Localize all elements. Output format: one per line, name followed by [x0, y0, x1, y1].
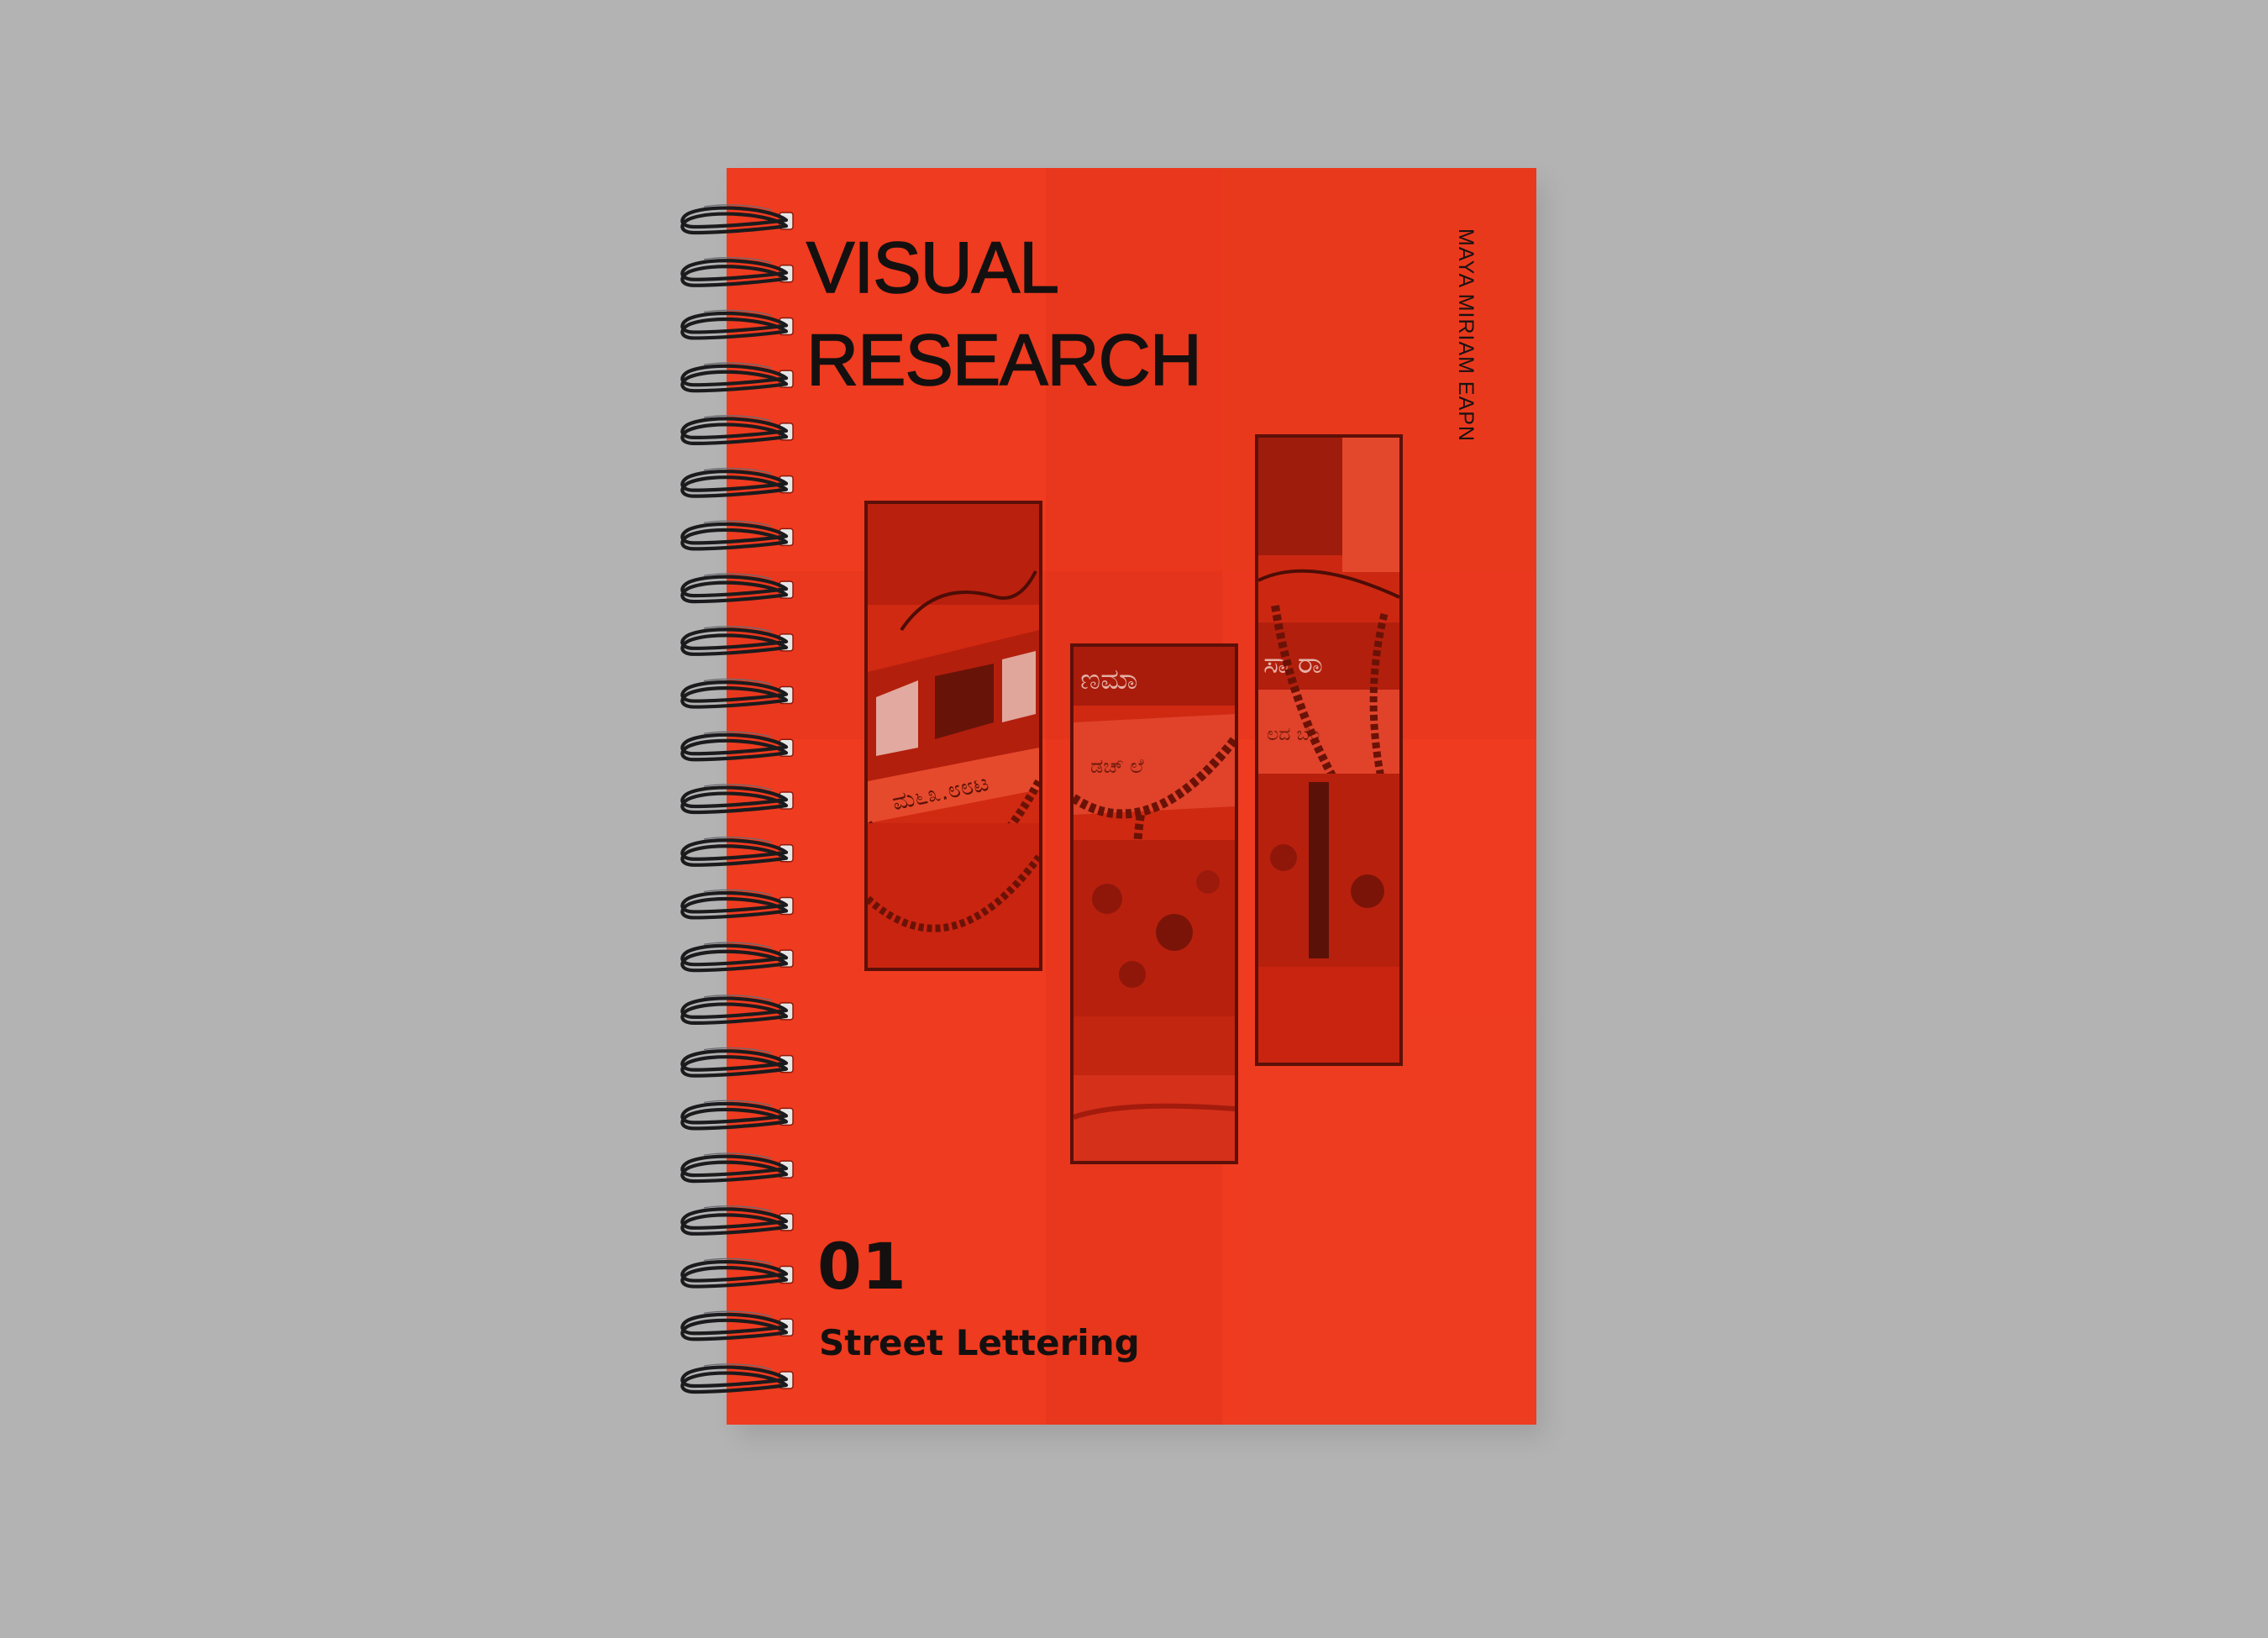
notebook-cover: VISUAL RESEARCH MAYA MIRIAM EAPN ಮ೬೩.೮೮ಟ: [727, 168, 1536, 1425]
spiral-ring: [680, 942, 794, 973]
cover-subtitle: Street Lettering: [819, 1322, 1140, 1363]
spiral-ring: [680, 995, 794, 1026]
spiral-ring: [680, 1363, 794, 1394]
spiral-ring: [680, 1047, 794, 1078]
author-name: MAYA MIRIAM EAPN: [1454, 228, 1478, 443]
cover-tint-block: [1247, 1016, 1536, 1425]
spiral-ring: [680, 573, 794, 604]
issue-number: 01: [817, 1229, 906, 1304]
spiral-binding: [679, 202, 805, 1394]
spiral-ring: [680, 204, 794, 235]
spiral-ring: [680, 467, 794, 498]
spiral-ring: [680, 837, 794, 867]
svg-text:ಸಾ ರಾ: ಸಾ ರಾ: [1263, 647, 1323, 680]
spiral-ring: [680, 309, 794, 340]
spiral-ring: [680, 889, 794, 920]
svg-text:ಣಮಾ: ಣಮಾ: [1080, 663, 1137, 696]
cover-title-line-2: RESEARCH: [806, 320, 1202, 401]
spiral-ring: [680, 257, 794, 287]
spiral-ring: [680, 1310, 794, 1341]
spiral-ring: [680, 1152, 794, 1184]
spiral-ring: [680, 1205, 794, 1236]
street-lettering-photo-strip: ಣಮಾ ಡಚ್ ಲೆ: [1070, 643, 1238, 1164]
spiral-ring: [680, 784, 794, 815]
spiral-ring: [680, 626, 794, 656]
product-photo-scene: VISUAL RESEARCH MAYA MIRIAM EAPN ಮ೬೩.೮೮ಟ: [0, 0, 2268, 1638]
street-lettering-photo-strip: ಮ೬೩.೮೮ಟ: [864, 501, 1042, 971]
spiral-ring: [680, 1257, 794, 1289]
spiral-ring: [680, 1100, 794, 1131]
spiral-ring: [680, 362, 794, 393]
spiral-ring: [680, 415, 794, 446]
svg-text:ಡಚ್ ಲೆ: ಡಚ್ ಲೆ: [1090, 754, 1144, 778]
spiral-ring: [680, 678, 794, 709]
spiral-ring: [680, 731, 794, 762]
cover-title-line-1: VISUAL: [806, 228, 1060, 308]
street-lettering-photo-strip: ಸಾ ರಾ ಲದ ಬೆ೦: [1255, 434, 1403, 1066]
spiral-ring: [680, 520, 794, 551]
